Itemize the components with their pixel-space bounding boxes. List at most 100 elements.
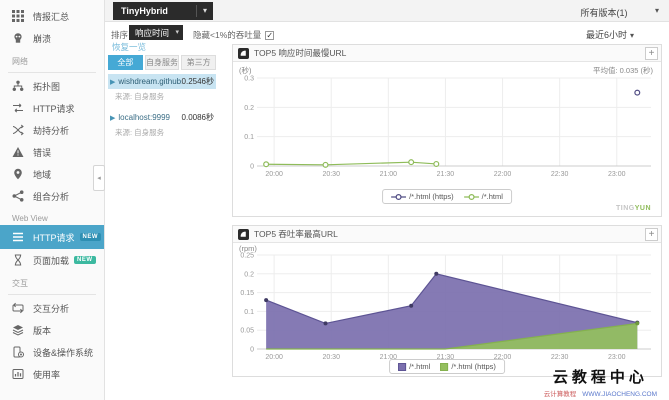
sidebar-item[interactable]: HTTP请求 bbox=[0, 97, 104, 119]
chart1-legend: /*.html (https) /*.html bbox=[382, 189, 512, 204]
url-value: 0.2546秒 bbox=[182, 76, 214, 87]
url-list-item[interactable]: ▶wishdream.github.io0.2546秒 bbox=[108, 74, 216, 89]
svg-text:0.1: 0.1 bbox=[244, 134, 254, 141]
warning-icon bbox=[12, 146, 24, 158]
sort-dropdown-value: 响应时间 bbox=[135, 27, 169, 39]
sidebar-item-label: 拓扑图 bbox=[33, 80, 60, 93]
svg-text:20:30: 20:30 bbox=[322, 171, 340, 178]
sidebar-item[interactable]: 地域 bbox=[0, 163, 104, 185]
response-time-chart-panel: TOP5 响应时间最慢URL + (秒) 平均值: 0.035 (秒) 00.1… bbox=[232, 44, 662, 217]
legend-item[interactable]: /*.html bbox=[464, 192, 503, 201]
chart1-plot[interactable]: 00.10.20.320:0020:3021:0021:3022:0022:30… bbox=[233, 74, 661, 186]
sidebar-item[interactable]: HTTP请求 NEW bbox=[0, 225, 104, 249]
gauge-icon bbox=[12, 368, 24, 380]
legend-item[interactable]: /*.html (https) bbox=[440, 362, 496, 371]
legend-label: /*.html bbox=[409, 362, 430, 371]
chart2-header: TOP5 吞吐率最高URL + bbox=[233, 226, 661, 243]
new-badge: NEW bbox=[80, 233, 102, 241]
hide-low-throughput-option[interactable]: 隐藏<1%的吞吐量 ✓ bbox=[193, 29, 274, 41]
legend-item[interactable]: /*.html bbox=[398, 362, 430, 371]
app-selector-label: TinyHybrid bbox=[121, 6, 168, 16]
svg-text:0: 0 bbox=[250, 164, 254, 171]
chart1-title: TOP5 响应时间最慢URL bbox=[254, 47, 346, 59]
top-strip: TinyHybrid ▾ 所有版本(1) ▾ bbox=[105, 0, 669, 22]
url-list-tab[interactable]: 第三方 bbox=[181, 55, 216, 70]
loop-icon bbox=[12, 302, 24, 314]
sidebar-item-label: 版本 bbox=[33, 324, 51, 337]
sidebar-item-label: 页面加载 bbox=[33, 254, 69, 267]
version-selector-label: 所有版本(1) bbox=[581, 6, 628, 19]
list-icon bbox=[12, 231, 24, 243]
sidebar-divider bbox=[8, 294, 96, 295]
url-list-tab[interactable]: 全部 bbox=[108, 55, 143, 70]
sidebar-item[interactable]: 崩溃 bbox=[0, 27, 104, 49]
legend-label: /*.html (https) bbox=[451, 362, 496, 371]
new-badge: NEW bbox=[74, 256, 96, 264]
sidebar-item-label: HTTP请求 bbox=[33, 231, 75, 244]
sidebar-item[interactable]: 设备&操作系统 bbox=[0, 341, 104, 363]
legend-item[interactable]: /*.html (https) bbox=[391, 192, 454, 201]
app-window: 情报汇总崩溃网络拓扑图HTTP请求劫持分析错误地域组合分析Web ViewHTT… bbox=[0, 0, 669, 400]
sidebar-item-label: HTTP请求 bbox=[33, 102, 75, 115]
sidebar-item-label: 错误 bbox=[33, 146, 51, 159]
sidebar-item[interactable]: 页面加载 NEW bbox=[0, 249, 104, 271]
svg-text:0.2: 0.2 bbox=[244, 105, 254, 112]
url-list-tabs: 全部自身服务第三方 bbox=[108, 55, 216, 70]
sidebar-item-label: 交互分析 bbox=[33, 302, 69, 315]
svg-text:22:00: 22:00 bbox=[494, 171, 512, 178]
svg-text:22:30: 22:30 bbox=[551, 354, 569, 361]
chart2-plot[interactable]: 00.050.10.150.20.2520:0020:3021:0021:302… bbox=[233, 250, 661, 363]
version-selector-dropdown[interactable]: 所有版本(1) ▾ bbox=[539, 0, 669, 22]
hide-low-throughput-checkbox[interactable]: ✓ bbox=[265, 31, 274, 40]
svg-text:0.1: 0.1 bbox=[244, 309, 254, 316]
app-selector-dropdown[interactable]: TinyHybrid ▾ bbox=[113, 2, 213, 20]
legend-label: /*.html bbox=[482, 192, 503, 201]
sidebar: 情报汇总崩溃网络拓扑图HTTP请求劫持分析错误地域组合分析Web ViewHTT… bbox=[0, 0, 105, 400]
sort-dropdown[interactable]: 响应时间 ▾ bbox=[129, 25, 183, 40]
sidebar-item[interactable]: 版本 bbox=[0, 319, 104, 341]
sidebar-item[interactable]: 拓扑图 bbox=[0, 75, 104, 97]
expand-arrow-icon: ▶ bbox=[110, 114, 115, 122]
sidebar-collapse-handle[interactable]: ◂ bbox=[93, 165, 105, 191]
sidebar-item[interactable]: 劫持分析 bbox=[0, 119, 104, 141]
restore-overview-link[interactable]: 恢复一览 bbox=[112, 41, 146, 53]
sidebar-item[interactable]: 使用率 bbox=[0, 363, 104, 385]
svg-text:0.05: 0.05 bbox=[240, 328, 254, 335]
skull-icon bbox=[12, 32, 24, 44]
sidebar-item[interactable]: 错误 bbox=[0, 141, 104, 163]
svg-text:0.2: 0.2 bbox=[244, 271, 254, 278]
legend-marker-icon bbox=[464, 193, 479, 201]
sidebar-item[interactable]: 组合分析 bbox=[0, 185, 104, 207]
hijack-icon bbox=[12, 124, 24, 136]
watermark-sub-right: WWW.JIAOCHENG.COM bbox=[582, 391, 657, 398]
url-source-label: 来源: 自身服务 bbox=[108, 89, 216, 108]
chevron-down-icon: ▾ bbox=[630, 31, 634, 40]
sidebar-item[interactable]: 交互分析 bbox=[0, 297, 104, 319]
sidebar-item-label: 劫持分析 bbox=[33, 124, 69, 137]
layers-icon bbox=[12, 324, 24, 336]
chart2-legend: /*.html /*.html (https) bbox=[389, 359, 505, 374]
chart2-expand-button[interactable]: + bbox=[645, 228, 658, 241]
throughput-chart-panel: TOP5 吞吐率最高URL + (rpm) 00.050.10.150.20.2… bbox=[232, 225, 662, 377]
url-list-item[interactable]: ▶localhost:99990.0086秒 bbox=[108, 110, 216, 125]
svg-text:23:00: 23:00 bbox=[608, 354, 626, 361]
sidebar-item[interactable]: 情报汇总 bbox=[0, 5, 104, 27]
url-name: localhost:9999 bbox=[118, 113, 181, 122]
chart1-expand-button[interactable]: + bbox=[645, 47, 658, 60]
sidebar-item-label: 情报汇总 bbox=[33, 10, 69, 23]
sort-label: 排序 bbox=[111, 29, 128, 41]
svg-text:0.25: 0.25 bbox=[240, 253, 254, 260]
filter-row: 排序 响应时间 ▾ 隐藏<1%的吞吐量 ✓ 最近6小时▾ bbox=[105, 22, 669, 44]
hourglass-icon bbox=[12, 254, 24, 266]
time-range-selector[interactable]: 最近6小时▾ bbox=[586, 28, 634, 41]
svg-text:20:30: 20:30 bbox=[322, 354, 340, 361]
hide-low-throughput-label: 隐藏<1%的吞吐量 bbox=[193, 29, 261, 41]
sidebar-item-label: 崩溃 bbox=[33, 32, 51, 45]
arrows-icon bbox=[12, 102, 24, 114]
pin-icon bbox=[12, 168, 24, 180]
sidebar-item-label: 使用率 bbox=[33, 368, 60, 381]
svg-text:21:30: 21:30 bbox=[437, 171, 455, 178]
url-value: 0.0086秒 bbox=[182, 112, 214, 123]
url-list-tab[interactable]: 自身服务 bbox=[145, 55, 180, 70]
watermark-sub-left: 云计算教程 bbox=[544, 391, 577, 398]
